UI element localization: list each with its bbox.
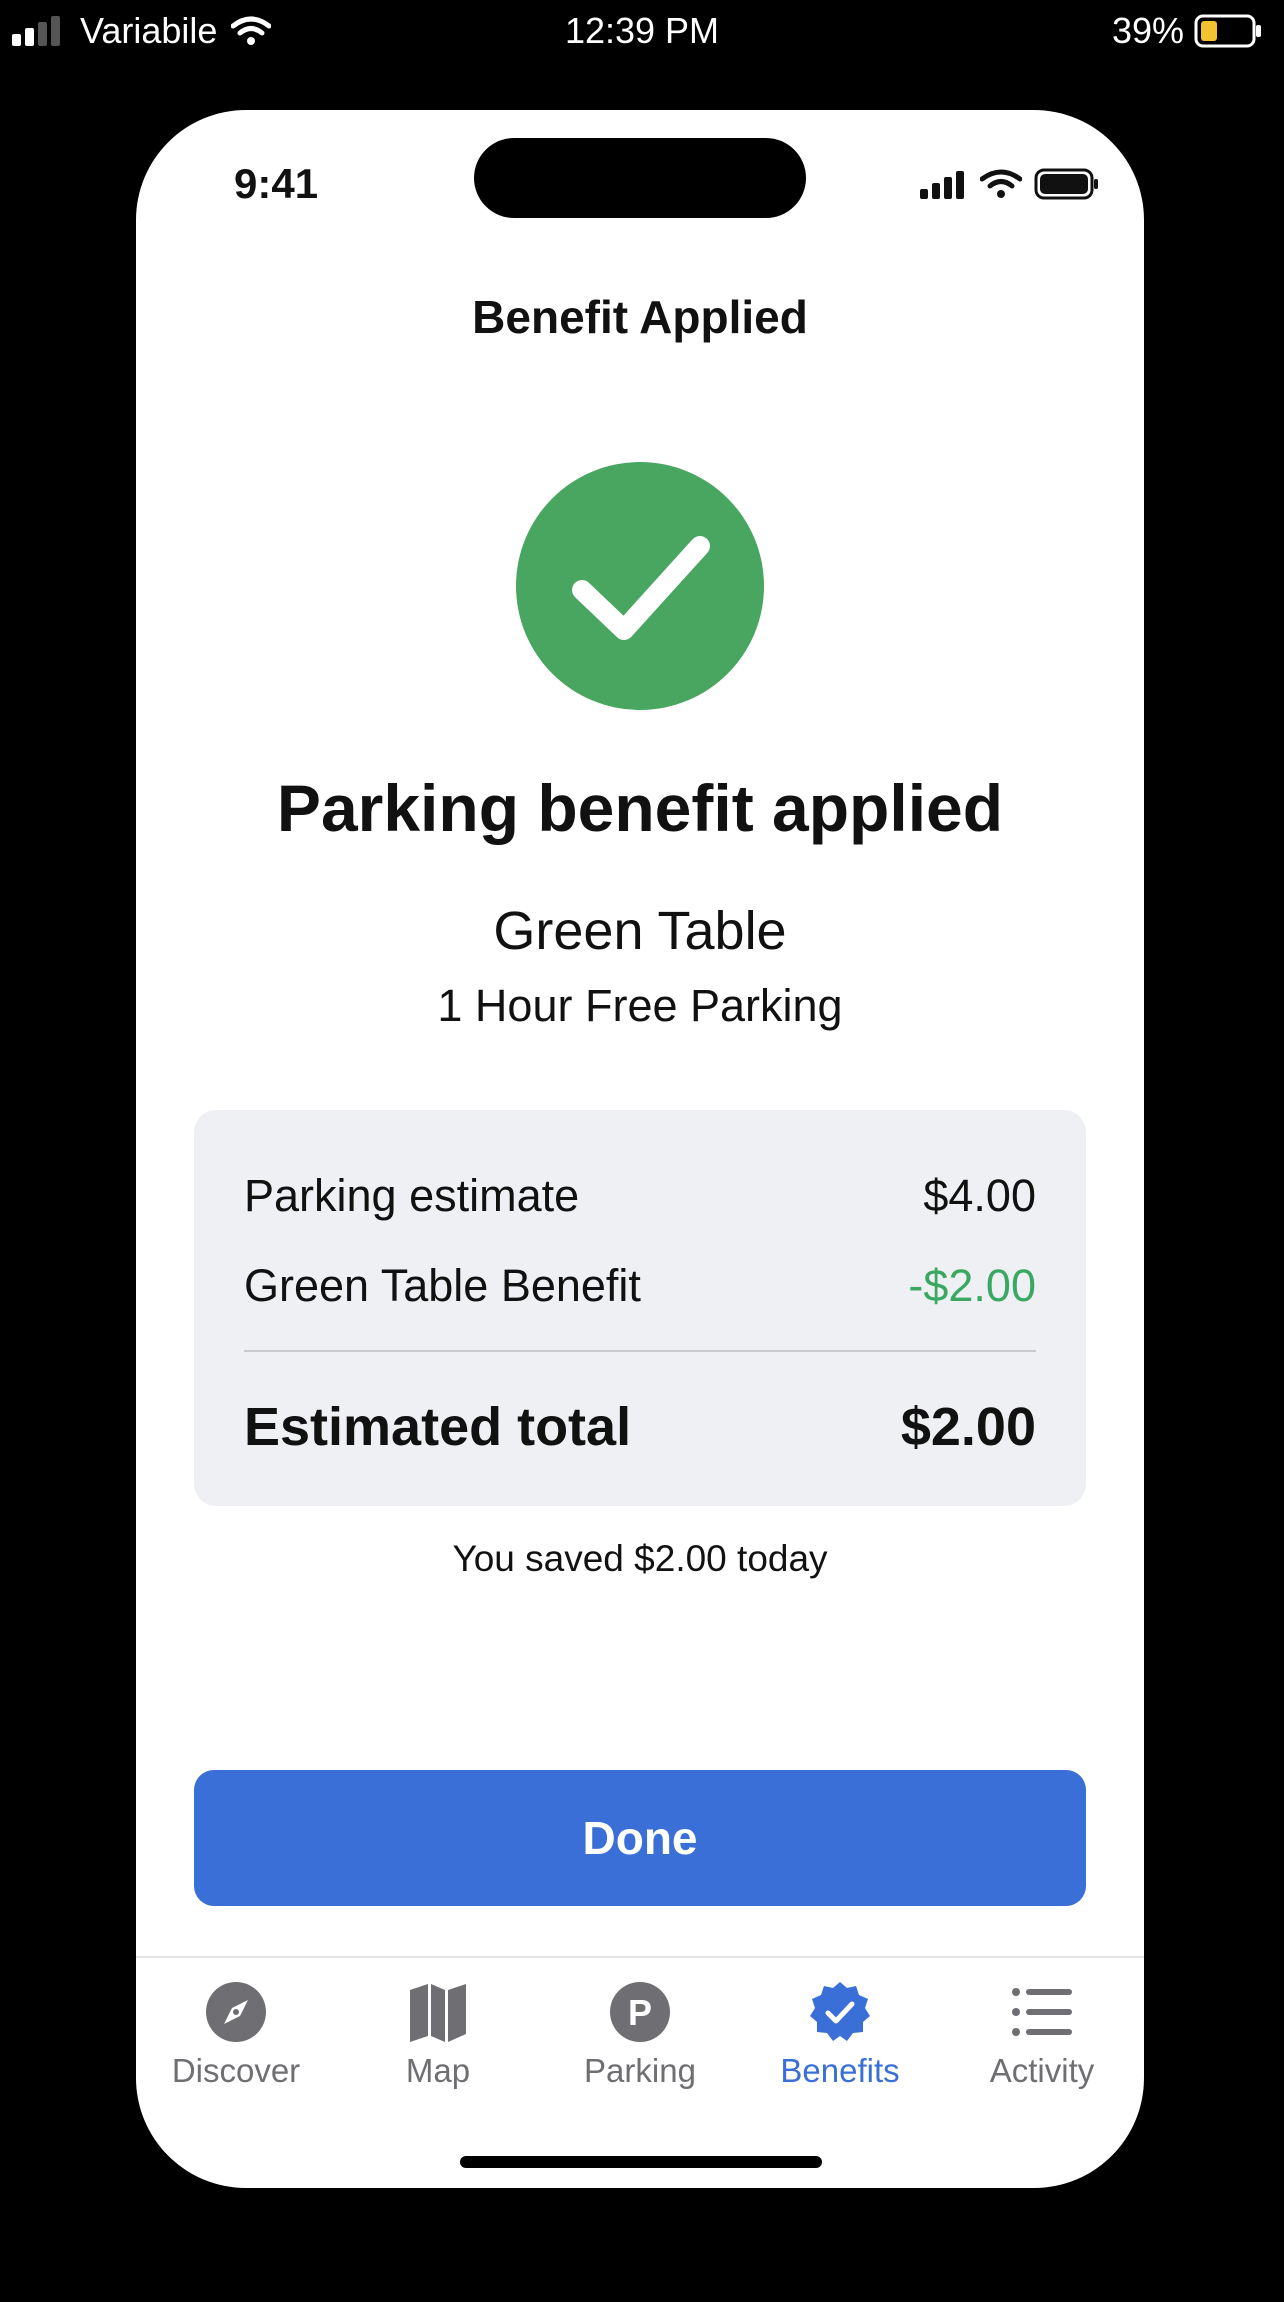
tab-benefits[interactable]: Benefits (740, 1980, 940, 2090)
divider (244, 1350, 1036, 1352)
summary-row-benefit: Green Table Benefit -$2.00 (244, 1260, 1036, 1312)
wifi-icon (980, 169, 1022, 198)
device-status-bar: 9:41 (136, 110, 1144, 240)
summary-row-total: Estimated total $2.00 (244, 1396, 1036, 1458)
done-button[interactable]: Done (194, 1770, 1086, 1906)
list-icon (1010, 1980, 1074, 2044)
total-value: $2.00 (900, 1397, 1036, 1457)
map-icon (406, 1980, 470, 2044)
tab-label: Benefits (780, 2052, 900, 2089)
tab-activity[interactable]: Activity (942, 1980, 1142, 2090)
row-label: Green Table Benefit (244, 1260, 641, 1311)
tab-map[interactable]: Map (338, 1980, 538, 2090)
battery-group: 39% (1112, 10, 1264, 52)
device-clock: 9:41 (234, 160, 319, 207)
row-label: Parking estimate (244, 1170, 580, 1221)
battery-icon (1194, 14, 1261, 48)
success-headline: Parking benefit applied (276, 771, 1004, 845)
offer-description: 1 Hour Free Parking (437, 980, 843, 1031)
check-circle-icon (516, 462, 764, 710)
battery-icon (1034, 168, 1098, 200)
cost-summary-card: Parking estimate $4.00 Green Table Benef… (194, 1110, 1086, 1506)
system-clock: 12:39 PM (564, 10, 720, 51)
cellular-signal-icon (920, 171, 964, 199)
tab-bar: Discover Map P Parking Benefits Activity (136, 1956, 1144, 2188)
dynamic-island (474, 138, 806, 218)
tab-label: Activity (989, 2052, 1095, 2089)
home-indicator[interactable] (460, 2156, 822, 2168)
discount-value: -$2.00 (908, 1260, 1036, 1311)
compass-icon (204, 1980, 268, 2044)
total-label: Estimated total (244, 1397, 632, 1457)
tab-label: Map (405, 2052, 471, 2089)
svg-text:P: P (628, 1992, 652, 2033)
tab-label: Parking (584, 2052, 696, 2089)
row-value: $4.00 (923, 1170, 1036, 1221)
tab-discover[interactable]: Discover (136, 1980, 336, 2090)
tab-parking[interactable]: P Parking (540, 1980, 740, 2090)
screen-title: Benefit Applied (472, 291, 808, 343)
parking-icon: P (608, 1980, 672, 2044)
verified-badge-icon (808, 1980, 872, 2044)
device-status-icons (920, 168, 1100, 200)
system-status-bar: Variabile 12:39 PM 39% (0, 0, 1284, 62)
savings-note: You saved $2.00 today (452, 1538, 828, 1579)
merchant-name: Green Table (493, 901, 787, 961)
tab-label: Discover (171, 2052, 301, 2089)
summary-row-parking-estimate: Parking estimate $4.00 (244, 1170, 1036, 1222)
phone-screen: 9:41 Benefit Applied Parking benefit app… (136, 110, 1144, 2188)
battery-percent: 39% (1111, 10, 1184, 51)
